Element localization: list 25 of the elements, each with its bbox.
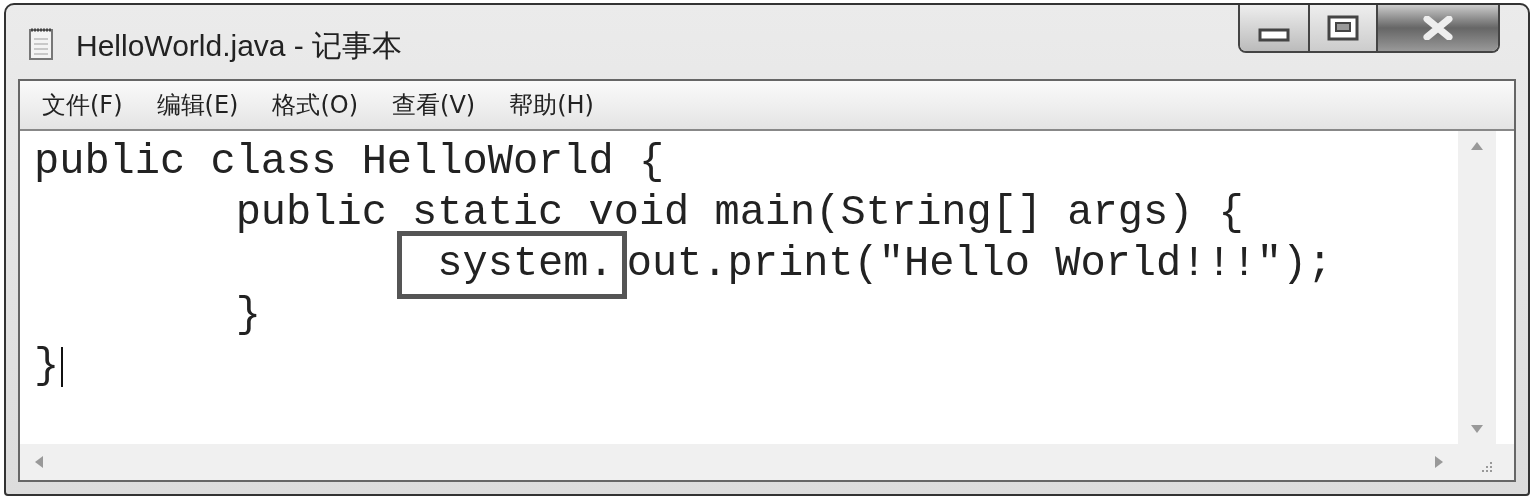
code-text: out.print("Hello World!!!"); <box>626 239 1333 290</box>
window-title: HelloWorld.java - 记事本 <box>76 28 403 64</box>
menu-item[interactable]: 编辑(E) <box>156 87 239 123</box>
minimize-button[interactable] <box>1240 5 1310 51</box>
code-text: public class HelloWorld { <box>34 137 665 188</box>
close-icon <box>1423 16 1453 40</box>
close-button[interactable] <box>1378 5 1498 51</box>
maximize-button[interactable] <box>1310 5 1378 51</box>
text-area[interactable]: public class HelloWorld { public static void main(String[] args) { system. out.print("Hello World!!!"); } } <box>20 131 1458 444</box>
vertical-scrollbar[interactable] <box>1458 131 1496 444</box>
highlighted-code: system. <box>397 230 627 299</box>
scroll-right-icon[interactable] <box>1434 455 1444 469</box>
scroll-up-icon[interactable] <box>1470 141 1484 151</box>
menu-item[interactable]: 帮助(H) <box>509 87 594 123</box>
menu-item[interactable]: 查看(V) <box>392 87 476 123</box>
menu-item[interactable]: 格式(O) <box>272 87 359 123</box>
notepad-icon <box>28 27 56 61</box>
menu-item[interactable]: 文件(F) <box>42 87 123 123</box>
code-text: } <box>235 290 261 341</box>
scroll-left-icon[interactable] <box>34 455 44 469</box>
horizontal-scrollbar[interactable] <box>20 444 1458 480</box>
code-text: } <box>34 341 60 392</box>
maximize-icon <box>1327 15 1359 41</box>
minimize-icon <box>1258 28 1290 42</box>
scroll-down-icon[interactable] <box>1470 424 1484 434</box>
